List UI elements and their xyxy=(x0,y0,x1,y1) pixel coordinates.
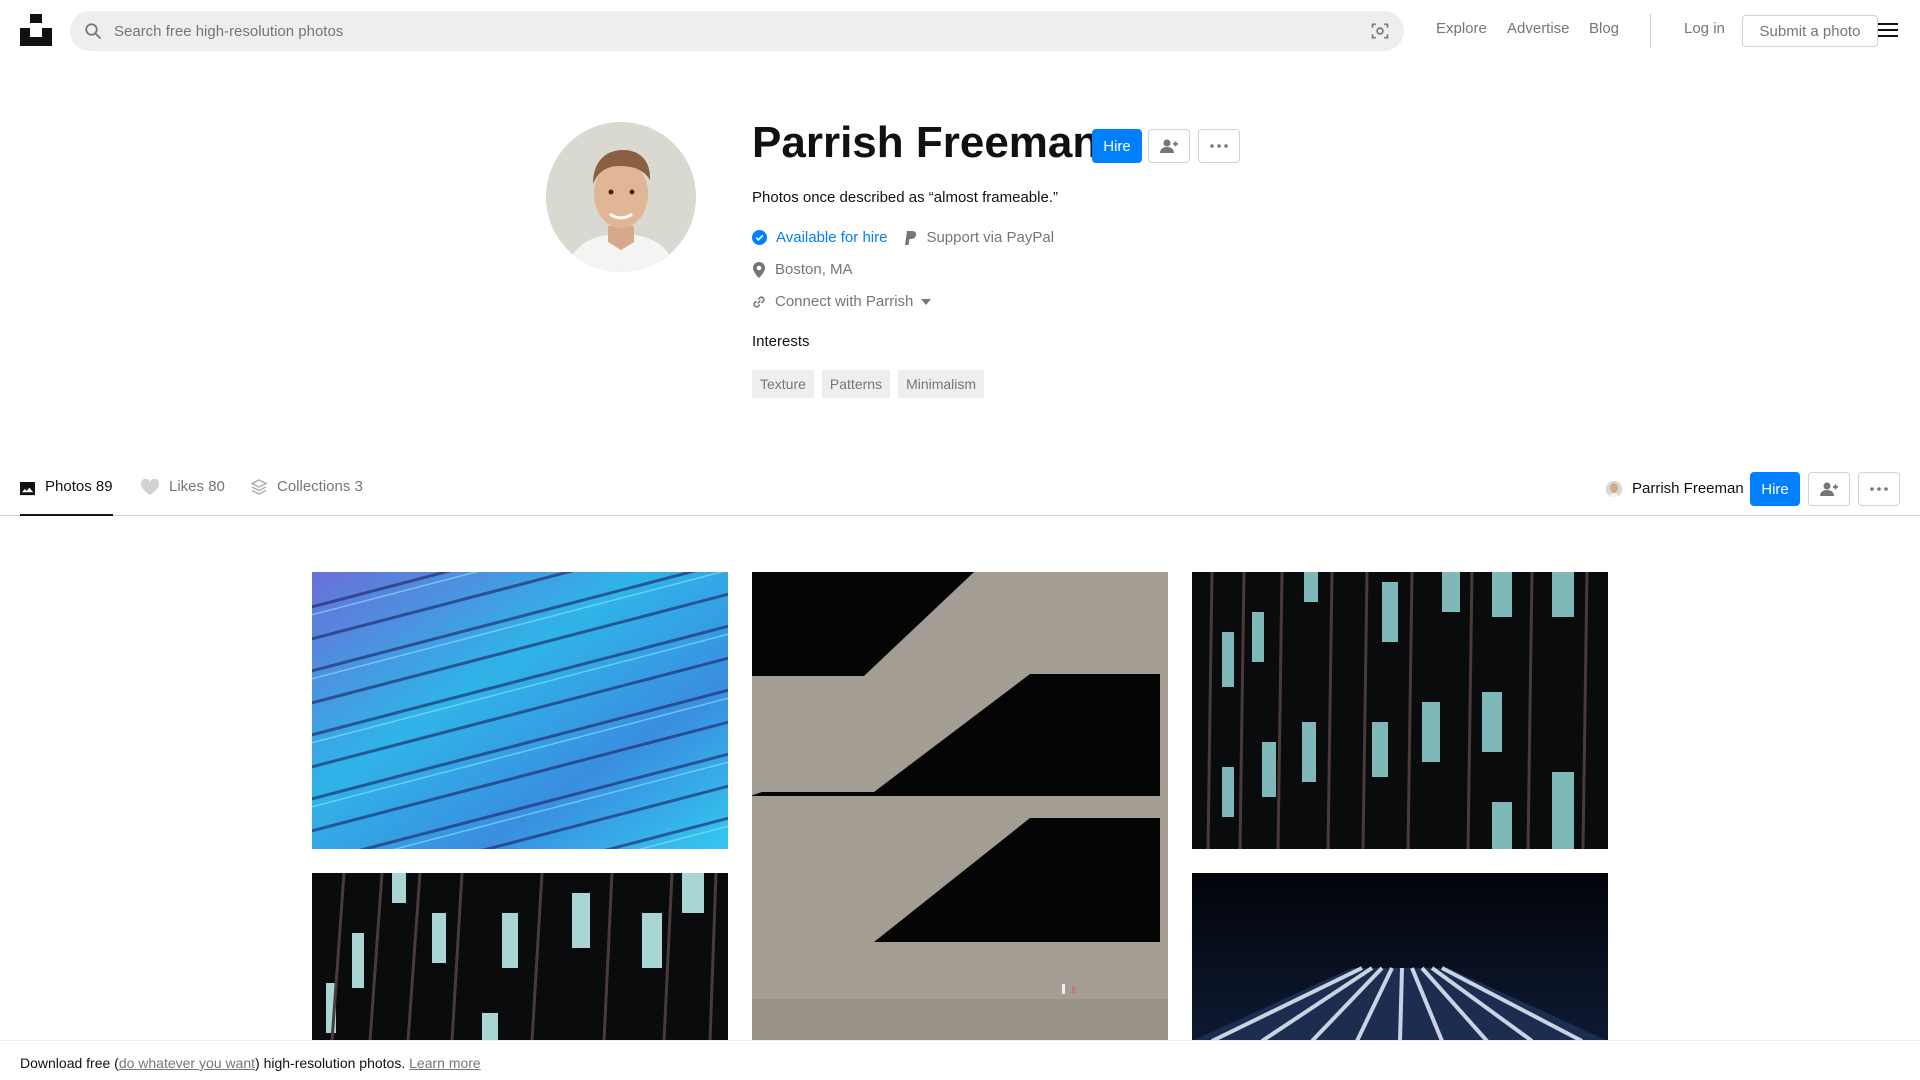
photo-blue-stripes[interactable] xyxy=(312,572,728,849)
sticky-user-name: Parrish Freeman xyxy=(1632,480,1744,497)
menu-icon[interactable] xyxy=(1878,22,1898,38)
follow-icon xyxy=(1820,482,1838,496)
link-icon xyxy=(753,295,765,308)
license-link[interactable]: do whatever you want xyxy=(119,1055,255,1071)
follow-icon xyxy=(1160,139,1178,153)
more-icon xyxy=(1870,487,1888,491)
login-link[interactable]: Log in xyxy=(1684,20,1725,37)
tab-likes-label: Likes xyxy=(169,478,205,495)
tab-photos-count: 89 xyxy=(95,478,113,495)
banner-prefix: Download free ( xyxy=(20,1055,119,1071)
sticky-more-button[interactable] xyxy=(1858,472,1900,506)
interests-title: Interests xyxy=(752,333,810,350)
search-bar xyxy=(70,11,1404,51)
nav-blog-link[interactable]: Blog xyxy=(1589,20,1619,37)
license-banner: Download free (do whatever you want) hig… xyxy=(0,1040,1920,1080)
tab-photos[interactable]: Photos 89 xyxy=(20,478,113,516)
search-icon[interactable] xyxy=(84,22,102,40)
learn-more-link[interactable]: Learn more xyxy=(409,1055,481,1071)
sticky-hire-button[interactable]: Hire xyxy=(1750,472,1800,506)
sticky-user[interactable]: Parrish Freeman xyxy=(1606,480,1744,497)
available-label: Available for hire xyxy=(776,229,888,246)
paypal-icon xyxy=(905,230,917,245)
verified-icon xyxy=(752,230,767,245)
banner-middle: ) high-resolution photos. xyxy=(255,1055,410,1071)
interest-tag[interactable]: Patterns xyxy=(821,370,891,398)
nav-divider xyxy=(1650,14,1651,48)
chevron-down-icon xyxy=(921,298,932,305)
tab-likes[interactable]: Likes 80 xyxy=(141,478,225,516)
follow-button[interactable] xyxy=(1148,129,1190,163)
tab-collections-count: 3 xyxy=(354,478,363,495)
avatar xyxy=(546,122,696,272)
nav-explore-link[interactable]: Explore xyxy=(1436,20,1487,37)
photo-stairs-shadow[interactable] xyxy=(752,572,1168,1041)
tab-photos-label: Photos xyxy=(45,478,92,495)
nav-advertise-link[interactable]: Advertise xyxy=(1507,20,1570,37)
tab-collections-label: Collections xyxy=(277,478,351,495)
tab-likes-count: 80 xyxy=(208,478,225,495)
more-icon xyxy=(1210,144,1228,148)
interest-tag[interactable]: Texture xyxy=(752,370,814,398)
hire-button[interactable]: Hire xyxy=(1092,129,1142,163)
tab-collections[interactable]: Collections 3 xyxy=(251,478,363,516)
mini-avatar xyxy=(1606,480,1622,497)
paypal-label: Support via PayPal xyxy=(926,229,1055,246)
location-label: Boston, MA xyxy=(775,261,853,278)
connect-dropdown[interactable]: Connect with Parrish xyxy=(752,293,940,310)
location-pin-icon xyxy=(753,261,765,278)
unsplash-logo-icon[interactable] xyxy=(20,14,52,46)
more-actions-button[interactable] xyxy=(1198,129,1240,163)
photos-icon xyxy=(20,481,35,496)
location: Boston, MA xyxy=(752,261,853,278)
profile-name: Parrish Freeman xyxy=(752,118,1100,167)
interest-tag[interactable]: Minimalism xyxy=(898,370,985,398)
photo-glass-facade[interactable] xyxy=(1192,572,1608,849)
available-for-hire[interactable]: Available for hire Support via PayPal xyxy=(752,229,1054,246)
profile-bio: Photos once described as “almost frameab… xyxy=(752,189,1058,206)
connect-label: Connect with Parrish xyxy=(775,293,914,310)
top-navigation: Explore Advertise Blog Log in Submit a p… xyxy=(0,0,1920,62)
sticky-follow-button[interactable] xyxy=(1808,472,1850,506)
photo-tower-perspective[interactable] xyxy=(1192,873,1608,1041)
search-input[interactable] xyxy=(114,11,1334,51)
interest-tags: Texture Patterns Minimalism xyxy=(752,370,985,398)
visual-search-icon[interactable] xyxy=(1370,21,1390,41)
heart-icon xyxy=(141,479,159,495)
photo-glass-facade-2[interactable] xyxy=(312,873,728,1041)
submit-photo-button[interactable]: Submit a photo xyxy=(1742,15,1878,47)
paypal-link[interactable]: Support via PayPal xyxy=(905,229,1054,246)
collections-icon xyxy=(251,479,267,495)
